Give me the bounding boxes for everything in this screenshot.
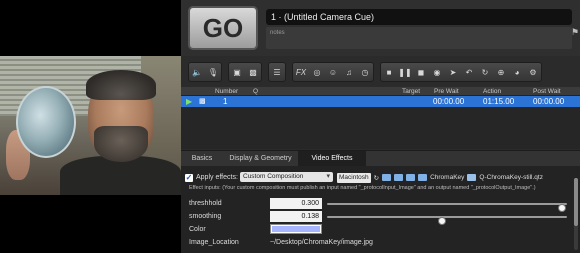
toolbar-group-fade: ☰ (268, 62, 286, 82)
go-button[interactable]: GO (188, 6, 258, 50)
plus-circle-icon[interactable]: ⊕ (493, 63, 509, 81)
music-note-icon[interactable]: ♫ (341, 63, 357, 81)
path-drive[interactable]: Macintosh (337, 172, 371, 183)
folder-icon[interactable] (418, 174, 428, 181)
col-number[interactable]: Number (215, 87, 238, 96)
param-slider[interactable] (327, 203, 567, 212)
tab-video-effects[interactable]: Video Effects (298, 151, 366, 167)
chroma-disc (16, 86, 76, 158)
undo-icon[interactable]: ↶ (461, 63, 477, 81)
record-icon[interactable]: ◉ (429, 63, 445, 81)
param-slider[interactable] (327, 216, 567, 225)
refresh-icon[interactable]: ↻ (477, 63, 493, 81)
tab-basics[interactable]: Basics (181, 151, 223, 167)
stop-icon[interactable]: ■ (381, 63, 397, 81)
apply-effects-checkbox[interactable]: ✓ (185, 173, 193, 182)
target-icon[interactable]: ◎ (309, 63, 325, 81)
square-icon[interactable]: ◼ (413, 63, 429, 81)
toolbar-group-audio: 🔈 🎙 (188, 62, 222, 82)
path-file[interactable]: Q-ChromaKey-still.qtz (479, 174, 543, 181)
sliders-icon[interactable]: ☰ (269, 63, 285, 81)
tab-display-geometry[interactable]: Display & Geometry (223, 151, 298, 167)
param-value-field[interactable]: 0.138 (270, 211, 322, 222)
param-label: threshhold (189, 200, 222, 207)
col-pre-wait[interactable]: Pre Wait (434, 87, 459, 96)
video-effects-panel: ✓ Apply effects: Custom Composition Maci… (181, 166, 580, 253)
folder-icon[interactable] (406, 174, 416, 181)
param-label: Color (189, 226, 206, 233)
pause-icon[interactable]: ❚❚ (397, 63, 413, 81)
param-label: Image_Location (189, 239, 239, 246)
composition-file-icon (467, 174, 477, 181)
inspector-tabs: Basics Display & Geometry Video Effects (181, 150, 580, 167)
camera-frame (0, 56, 181, 195)
lock-icon[interactable]: ⚙ (525, 63, 541, 81)
param-label: smoothing (189, 213, 222, 220)
person-hair (86, 70, 156, 100)
camera-preview (0, 0, 181, 253)
col-post-wait[interactable]: Post Wait (533, 87, 561, 96)
toolbar-group-control: ■ ❚❚ ◼ ◉ ➤ ↶ ↻ ⊕ ◕ ⚙ (380, 62, 542, 82)
panel-scrollbar[interactable] (574, 178, 578, 250)
col-action[interactable]: Action (483, 87, 501, 96)
color-well[interactable] (270, 224, 322, 234)
folder-icon[interactable] (394, 174, 404, 181)
flag-icon[interactable]: ⚑ (571, 27, 579, 37)
cue-header: GO 1 · (Untitled Camera Cue) notes ⚑ (181, 0, 580, 56)
cue-toolbar: 🔈 🎙 ▣ ▩ ☰ FX ◎ ☺ ♫ ◷ ■ ❚❚ ◼ ◉ ➤ ↶ ↻ ⊕ ◕ … (188, 61, 575, 83)
cue-action[interactable]: 01:15.00 (483, 96, 514, 107)
param-smoothing: smoothing 0.138 (187, 211, 572, 225)
cue-list-empty-area (181, 107, 580, 149)
apply-effects-row: ✓ Apply effects: (185, 172, 238, 183)
playhead-icon[interactable]: ▶ (186, 96, 192, 107)
image-location-value[interactable]: ~/Desktop/ChromaKey/image.jpg (270, 237, 373, 248)
gauge-icon[interactable]: ◕ (509, 63, 525, 81)
toolbar-group-video: ▣ ▩ (228, 62, 262, 82)
qlab-window: GO 1 · (Untitled Camera Cue) notes ⚑ 🔈 🎙… (181, 0, 580, 253)
speaker-icon[interactable]: 🔈 (189, 63, 205, 81)
microphone-icon[interactable]: 🎙 (205, 63, 221, 81)
folder-icon[interactable] (382, 174, 392, 181)
cue-number: 1 (223, 97, 228, 106)
toolbar-group-effects: FX ◎ ☺ ♫ ◷ (292, 62, 374, 82)
apply-effects-label: Apply effects: (196, 174, 238, 181)
param-color: Color (187, 224, 572, 235)
go-icon[interactable]: ➤ (445, 63, 461, 81)
col-q[interactable]: Q (253, 87, 258, 96)
clock-icon[interactable]: ◷ (357, 63, 373, 81)
param-value-field[interactable]: 0.300 (270, 198, 322, 209)
path-folder[interactable]: ChromaKey (430, 174, 464, 181)
person-beard (94, 126, 148, 162)
col-target[interactable]: Target (402, 87, 420, 96)
effect-inputs-info: Effect inputs: (Your custom composition … (189, 185, 536, 191)
composition-select[interactable]: Custom Composition (240, 172, 333, 182)
camera-cue-icon: ▩ (199, 98, 206, 105)
cue-pre-wait[interactable]: 00:00.00 (433, 96, 464, 107)
cue-name-field[interactable]: 1 · (Untitled Camera Cue) (266, 9, 572, 25)
composition-path[interactable]: Macintosh ↻ ChromaKey Q-ChromaKey-still.… (337, 172, 580, 183)
cue-post-wait[interactable]: 00:00.00 (533, 96, 564, 107)
cue-list-header: Number Q Target Pre Wait Action Post Wai… (181, 87, 580, 96)
camera-icon[interactable]: ▩ (245, 63, 261, 81)
notes-field[interactable]: notes (266, 27, 572, 49)
table-row[interactable]: ▶ ▩ 1 00:00.00 01:15.00 00:00.00 (181, 96, 580, 107)
refresh-path-icon[interactable]: ↻ (374, 174, 379, 182)
param-threshold: threshhold 0.300 (187, 198, 572, 212)
fx-icon[interactable]: FX (293, 63, 309, 81)
video-icon[interactable]: ▣ (229, 63, 245, 81)
face-icon[interactable]: ☺ (325, 63, 341, 81)
param-image-location: Image_Location ~/Desktop/ChromaKey/image… (187, 237, 572, 248)
